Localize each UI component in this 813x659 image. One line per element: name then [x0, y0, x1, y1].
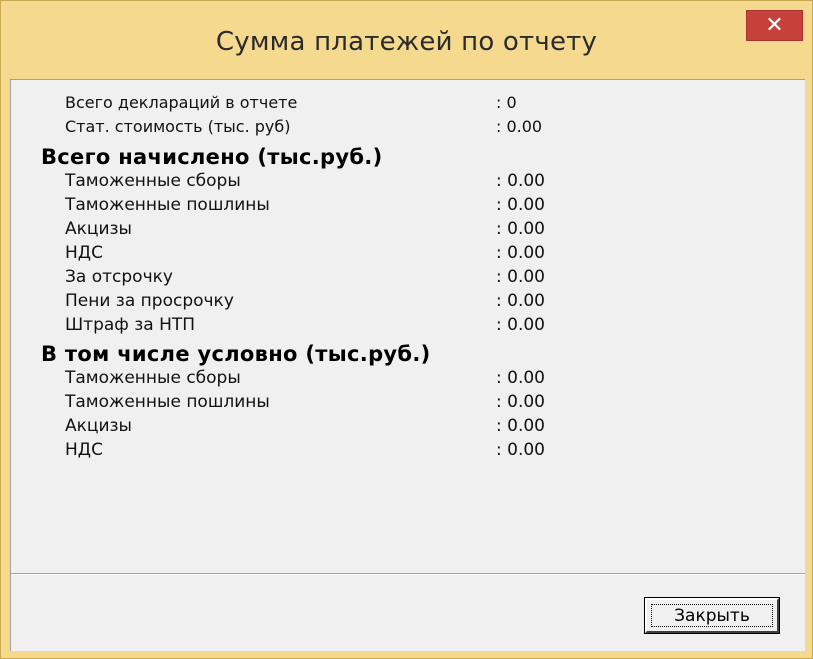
accrued-label: Таможенные пошлины: [65, 195, 270, 215]
close-icon: ✕: [765, 13, 784, 38]
accrued-value: : 0.00: [496, 267, 545, 287]
conditional-label: Таможенные пошлины: [65, 392, 270, 412]
accrued-label: НДС: [65, 243, 103, 263]
close-button[interactable]: Закрыть: [644, 597, 780, 634]
accrued-label: Штраф за НТП: [65, 315, 196, 335]
window-title: Сумма платежей по отчету: [215, 27, 598, 57]
report-summary: Всего деклараций в отчете : 0 Стат. стои…: [11, 80, 805, 574]
accrued-value: : 0.00: [496, 195, 545, 215]
conditional-value: : 0.00: [496, 368, 545, 388]
conditional-value: : 0.00: [496, 392, 545, 412]
conditional-label: Таможенные сборы: [65, 368, 241, 388]
accrued-label: Таможенные сборы: [65, 171, 241, 191]
conditional-value: : 0.00: [496, 416, 545, 436]
title-bar[interactable]: Сумма платежей по отчету ✕: [1, 1, 812, 79]
dialog-client-area: Всего деклараций в отчете : 0 Стат. стои…: [10, 79, 805, 651]
accrued-heading: Всего начислено (тыс.руб.): [41, 145, 383, 169]
summary-label: Всего деклараций в отчете: [65, 93, 298, 112]
dialog-window: Сумма платежей по отчету ✕ Всего деклара…: [0, 0, 813, 659]
accrued-value: : 0.00: [496, 243, 545, 263]
accrued-value: : 0.00: [496, 291, 545, 311]
close-button-label: Закрыть: [674, 606, 750, 626]
accrued-value: : 0.00: [496, 219, 545, 239]
dialog-footer: Закрыть: [11, 575, 805, 651]
summary-label: Стат. стоимость (тыс. руб): [65, 117, 291, 136]
summary-value: : 0.00: [496, 117, 543, 136]
conditional-value: : 0.00: [496, 440, 545, 460]
conditional-heading: В том числе условно (тыс.руб.): [41, 342, 431, 366]
accrued-value: : 0.00: [496, 315, 545, 335]
conditional-label: НДС: [65, 440, 103, 460]
accrued-label: За отсрочку: [65, 267, 173, 287]
conditional-label: Акцизы: [65, 416, 132, 436]
summary-value: : 0: [496, 93, 517, 112]
accrued-label: Пени за просрочку: [65, 291, 234, 311]
window-close-button[interactable]: ✕: [746, 10, 803, 41]
accrued-value: : 0.00: [496, 171, 545, 191]
accrued-label: Акцизы: [65, 219, 132, 239]
